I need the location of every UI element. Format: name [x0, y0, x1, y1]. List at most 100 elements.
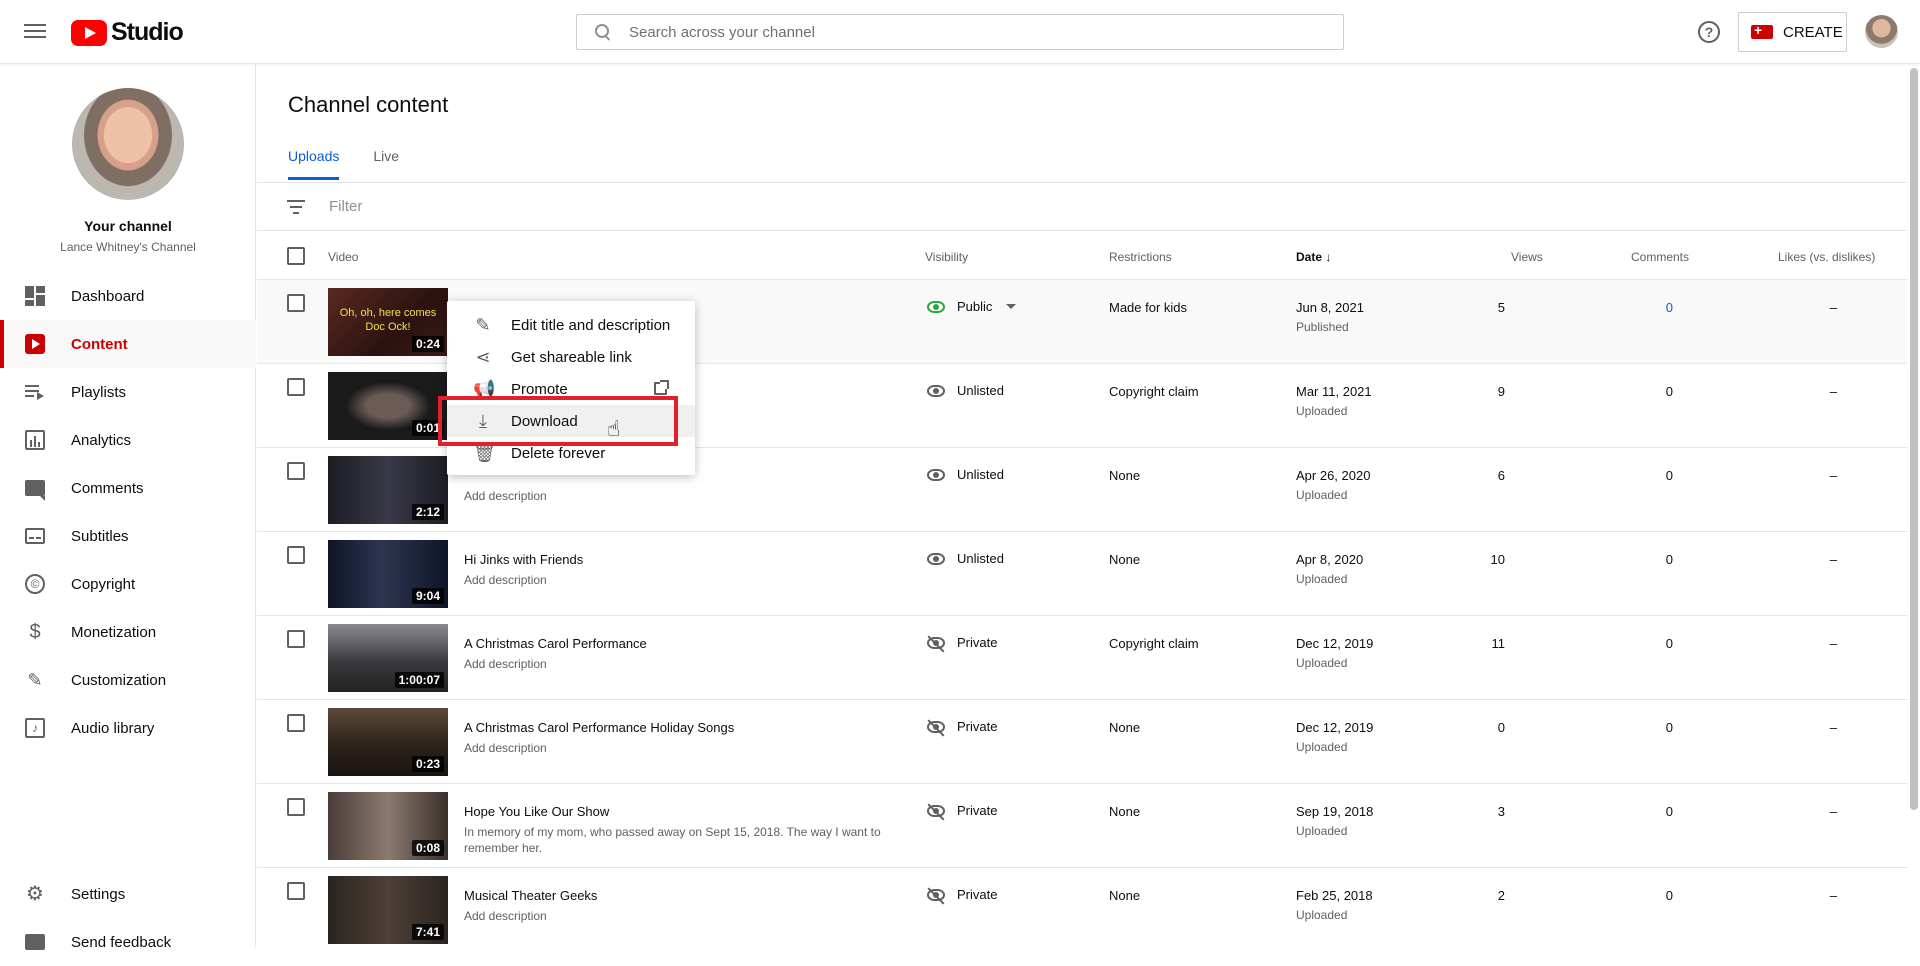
select-all-checkbox[interactable]	[287, 247, 305, 265]
visibility-dropdown[interactable]: Public	[927, 299, 1017, 314]
video-description[interactable]: In memory of my mom, who passed away on …	[464, 824, 884, 856]
sidebar-item-monetization[interactable]: $ Monetization	[0, 608, 256, 656]
comments-icon	[25, 480, 45, 501]
eye-icon	[927, 384, 945, 397]
sidebar-item-send-feedback[interactable]: Send feedback	[0, 918, 256, 966]
scrollbar-thumb[interactable]	[1910, 68, 1918, 810]
menu-item-get-shareable-link[interactable]: ⋖ Get shareable link	[447, 341, 695, 373]
sidebar-item-copyright[interactable]: © Copyright	[0, 560, 256, 608]
video-title[interactable]: Hope You Like Our Show	[464, 804, 609, 819]
row-checkbox[interactable]	[287, 462, 305, 480]
sidebar-item-dashboard[interactable]: Dashboard	[0, 272, 256, 320]
comments-value: 0	[1665, 888, 1673, 903]
account-avatar[interactable]	[1865, 15, 1898, 48]
video-thumbnail[interactable]: 0:01	[328, 372, 448, 440]
status-value: Published	[1296, 320, 1349, 334]
menu-item-label: Edit title and description	[511, 316, 671, 334]
chevron-down-icon	[1006, 304, 1017, 309]
table-row[interactable]: 9:04 Hi Jinks with Friends Add descripti…	[257, 532, 1907, 616]
comments-value: 0	[1665, 552, 1673, 567]
row-checkbox[interactable]	[287, 294, 305, 312]
sidebar-item-content[interactable]: Content	[0, 320, 256, 368]
menu-item-delete-forever[interactable]: 🗑 Delete forever	[447, 437, 695, 469]
filter-icon[interactable]	[287, 199, 305, 214]
comments-value[interactable]: 0	[1593, 300, 1673, 315]
column-restrictions[interactable]: Restrictions	[1109, 250, 1172, 264]
video-title[interactable]: A Christmas Carol Performance Holiday So…	[464, 720, 734, 735]
video-title[interactable]: A Christmas Carol Performance	[464, 636, 647, 651]
column-date[interactable]: Date ↓	[1296, 250, 1331, 264]
visibility-value[interactable]: Unlisted	[927, 551, 1004, 566]
column-visibility[interactable]: Visibility	[925, 250, 968, 264]
video-description[interactable]: Add description	[464, 656, 547, 672]
restrictions-value: None	[1109, 804, 1141, 819]
menu-item-promote[interactable]: 📢 Promote	[447, 373, 695, 405]
table-row[interactable]: 7:41 Musical Theater Geeks Add descripti…	[257, 868, 1907, 947]
pencil-icon: ✎	[475, 315, 491, 335]
download-icon: ⤓	[479, 411, 487, 431]
copyright-icon: ©	[25, 574, 45, 594]
channel-avatar[interactable]	[72, 88, 184, 200]
video-thumbnail[interactable]: 0:08	[328, 792, 448, 860]
menu-item-download[interactable]: ⤓ Download	[447, 405, 695, 437]
status-value: Uploaded	[1296, 656, 1348, 670]
create-button[interactable]: CREATE	[1738, 12, 1847, 52]
studio-logo[interactable]: Studio	[71, 18, 184, 47]
tab-uploads[interactable]: Uploads	[288, 148, 340, 180]
column-comments[interactable]: Comments	[1631, 250, 1689, 264]
table-row[interactable]: 0:08 Hope You Like Our Show In memory of…	[257, 784, 1907, 868]
video-thumbnail[interactable]: 9:04	[328, 540, 448, 608]
sidebar-item-settings[interactable]: ⚙ Settings	[0, 870, 256, 918]
search-bar[interactable]	[576, 14, 1344, 50]
video-thumbnail[interactable]: 1:00:07	[328, 624, 448, 692]
restrictions-value: None	[1109, 888, 1141, 903]
share-icon: ⋖	[475, 347, 491, 367]
sidebar-item-analytics[interactable]: Analytics	[0, 416, 256, 464]
help-icon[interactable]: ?	[1698, 21, 1720, 43]
sidebar-item-comments[interactable]: Comments	[0, 464, 256, 512]
visibility-value[interactable]: Private	[927, 719, 997, 734]
table-row[interactable]: 1:00:07 A Christmas Carol Performance Ad…	[257, 616, 1907, 700]
video-thumbnail[interactable]: 0:23	[328, 708, 448, 776]
visibility-value[interactable]: Unlisted	[927, 383, 1004, 398]
restrictions-value: Copyright claim	[1109, 384, 1199, 399]
table-row[interactable]: 0:23 A Christmas Carol Performance Holid…	[257, 700, 1907, 784]
visibility-value[interactable]: Private	[927, 887, 997, 902]
row-checkbox[interactable]	[287, 714, 305, 732]
video-description[interactable]: Add description	[464, 488, 547, 504]
row-checkbox[interactable]	[287, 798, 305, 816]
visibility-label: Unlisted	[957, 551, 1004, 566]
sidebar-item-audio-library[interactable]: ♪ Audio library	[0, 704, 256, 752]
sidebar-item-label: Audio library	[71, 719, 155, 737]
video-duration: 0:24	[411, 336, 444, 352]
video-title[interactable]: Hi Jinks with Friends	[464, 552, 583, 567]
video-thumbnail[interactable]: 2:12	[328, 456, 448, 524]
menu-item-edit-title[interactable]: ✎ Edit title and description	[447, 309, 695, 341]
video-duration: 7:41	[411, 924, 444, 940]
video-description[interactable]: Add description	[464, 572, 547, 588]
visibility-value[interactable]: Unlisted	[927, 467, 1004, 482]
video-thumbnail[interactable]: 7:41	[328, 876, 448, 944]
row-checkbox[interactable]	[287, 546, 305, 564]
video-description[interactable]: Add description	[464, 740, 547, 756]
menu-icon[interactable]	[24, 21, 46, 43]
visibility-value[interactable]: Private	[927, 803, 997, 818]
visibility-value[interactable]: Private	[927, 635, 997, 650]
row-checkbox[interactable]	[287, 630, 305, 648]
sidebar: Your channel Lance Whitney's Channel Das…	[0, 64, 256, 951]
filter-input[interactable]	[329, 198, 829, 215]
video-title[interactable]: Musical Theater Geeks	[464, 888, 597, 903]
row-checkbox[interactable]	[287, 378, 305, 396]
tab-live[interactable]: Live	[373, 148, 399, 180]
page-scrollbar[interactable]	[1908, 64, 1920, 947]
sidebar-item-subtitles[interactable]: Subtitles	[0, 512, 256, 560]
sidebar-item-playlists[interactable]: Playlists	[0, 368, 256, 416]
sidebar-item-customization[interactable]: ✎ Customization	[0, 656, 256, 704]
video-description[interactable]: Add description	[464, 908, 547, 924]
column-likes[interactable]: Likes (vs. dislikes)	[1778, 250, 1875, 264]
row-checkbox[interactable]	[287, 882, 305, 900]
search-input[interactable]	[629, 23, 1269, 41]
views-value: 0	[1497, 720, 1505, 735]
column-views[interactable]: Views	[1511, 250, 1543, 264]
video-thumbnail[interactable]: Oh, oh, here comes Doc Ock! 0:24	[328, 288, 448, 356]
